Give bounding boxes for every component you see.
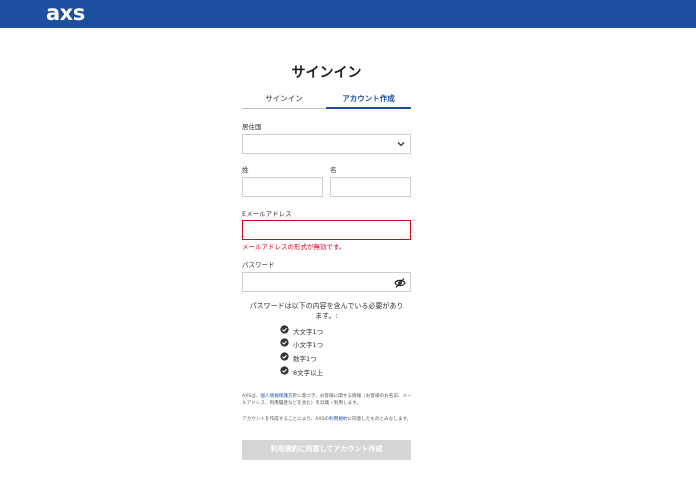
password-rule-text: 小文字1つ	[293, 341, 324, 349]
password-label: パスワード	[242, 261, 275, 269]
password-field[interactable]	[242, 272, 411, 292]
terms-notice-text: に同意したものとみなします。	[347, 417, 412, 422]
check-circle-icon	[280, 366, 289, 375]
axs-logo[interactable]: axs	[46, 1, 85, 25]
first-name-field[interactable]	[330, 177, 411, 197]
country-select[interactable]	[242, 134, 411, 154]
password-rules-title: パスワードは以下の内容を含んでいる必要があります。:	[249, 302, 404, 320]
tab-create-account[interactable]: アカウント作成	[326, 93, 411, 109]
email-field[interactable]	[242, 220, 411, 240]
password-rule-text: 大文字1つ	[293, 328, 324, 336]
privacy-policy-link[interactable]: 個人情報保護方針	[260, 394, 297, 399]
tab-signin[interactable]: サインイン	[242, 93, 326, 109]
check-circle-icon	[280, 325, 289, 334]
eye-slash-icon[interactable]	[394, 277, 406, 289]
password-rule-text: 数字1つ	[293, 355, 317, 363]
top-bar: axs	[0, 0, 696, 28]
check-circle-icon	[280, 352, 289, 361]
terms-notice-text: アカウントを作成することにより、AXSの	[242, 417, 330, 422]
last-name-label: 姓	[242, 166, 249, 174]
terms-notice: アカウントを作成することにより、AXSの利用規約に同意したものとみなします。	[242, 416, 412, 423]
first-name-label: 名	[330, 166, 337, 174]
privacy-notice-text: AXSは、	[242, 394, 261, 399]
last-name-field[interactable]	[242, 177, 323, 197]
country-label: 居住国	[242, 123, 262, 131]
page-title: サインイン	[291, 65, 362, 81]
auth-tabs: サインイン アカウント作成	[242, 93, 411, 109]
create-account-button[interactable]: 利用規約に同意してアカウント作成	[242, 440, 411, 460]
chevron-down-icon	[397, 142, 405, 147]
password-rule-text: 8文字以上	[293, 369, 324, 377]
email-label: Eメールアドレス	[242, 210, 292, 218]
terms-of-use-link[interactable]: 利用規約	[329, 417, 347, 422]
email-error-message: メールアドレスの形式が無効です。	[242, 243, 346, 251]
check-circle-icon	[280, 338, 289, 347]
privacy-notice: AXSは、個人情報保護方針に基づき、お客様に関する情報（お客様のお名前、メールア…	[242, 393, 412, 407]
